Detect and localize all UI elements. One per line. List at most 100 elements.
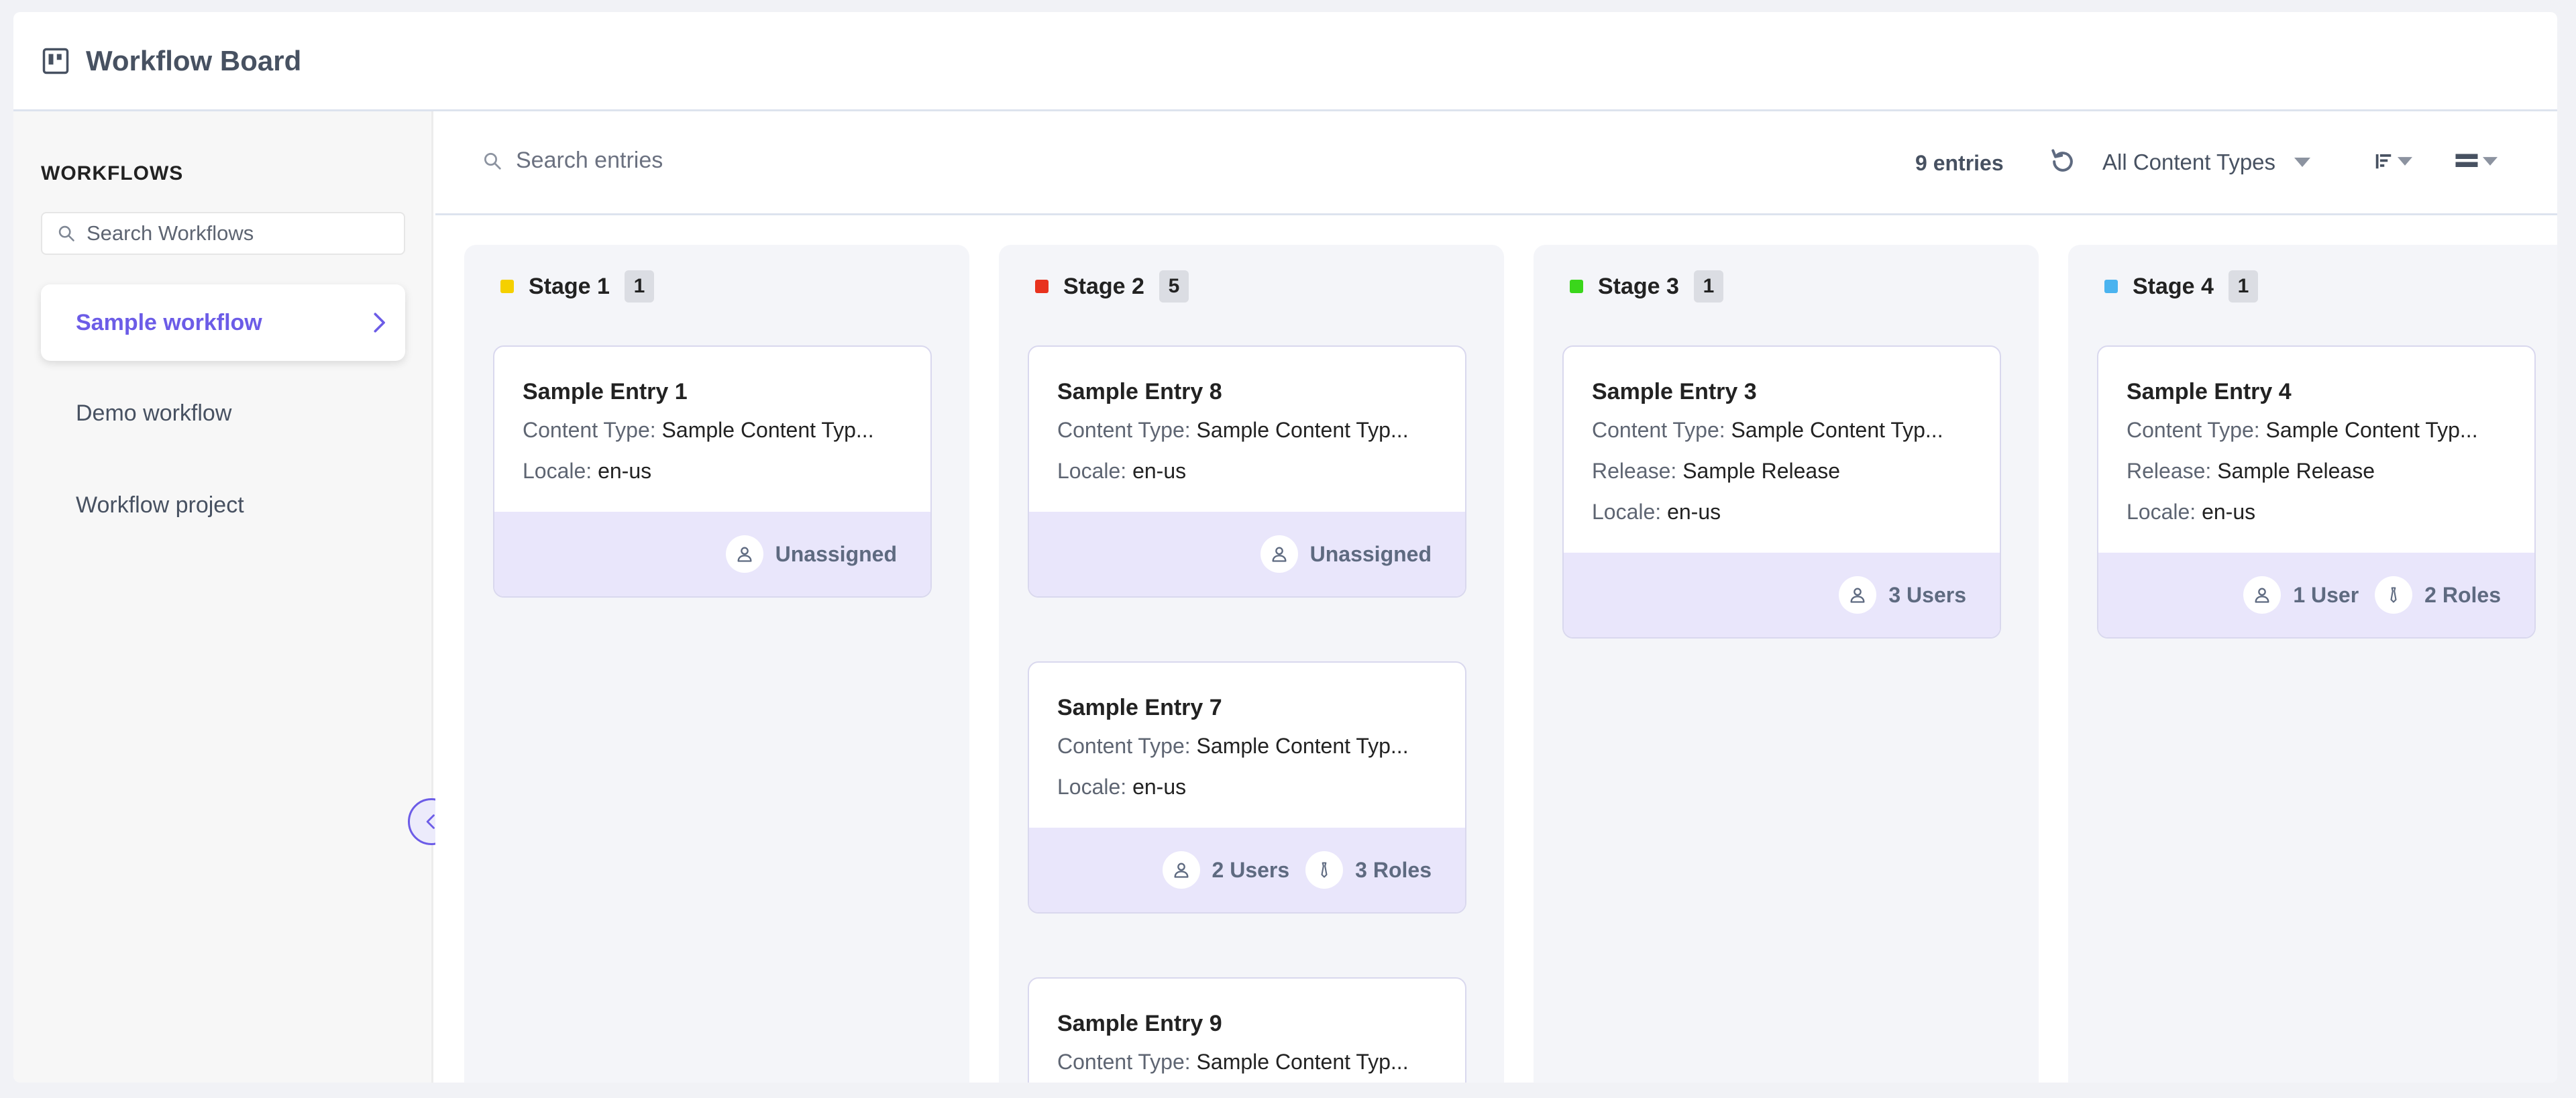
stage-name: Stage 3 bbox=[1598, 273, 1679, 299]
entry-card[interactable]: Sample Entry 9 Content Type: Sample Cont… bbox=[1028, 977, 1466, 1083]
entry-field: Locale: en-us bbox=[1592, 500, 1721, 524]
workflow-search-box[interactable] bbox=[41, 212, 405, 255]
assignee-badge[interactable]: Unassigned bbox=[725, 535, 897, 573]
app-window: Workflow Board WORKFLOWS Sample workflow… bbox=[13, 12, 2557, 1083]
stage-header: Stage 2 5 bbox=[1035, 270, 1189, 303]
page-title: Workflow Board bbox=[86, 44, 302, 76]
entry-card[interactable]: Sample Entry 4 Content Type: Sample Cont… bbox=[2097, 345, 2536, 639]
workflow-board: Stage 1 1 Sample Entry 1 Content Type: S… bbox=[435, 215, 2557, 1083]
stage-color-dot bbox=[500, 280, 514, 293]
entry-title: Sample Entry 7 bbox=[1057, 695, 1222, 720]
entry-field: Locale: en-us bbox=[1057, 775, 1187, 799]
workflow-search-input[interactable] bbox=[87, 221, 395, 245]
user-icon bbox=[725, 535, 763, 573]
user-icon bbox=[1260, 535, 1298, 573]
stage-name: Stage 4 bbox=[2133, 273, 2214, 299]
role-badge[interactable]: 2 Roles bbox=[2375, 576, 2501, 614]
assignee-label: Unassigned bbox=[1309, 541, 1432, 566]
stage-column: Stage 2 5 Sample Entry 8 Content Type: S… bbox=[999, 245, 1504, 1083]
sidebar: WORKFLOWS Sample workflow Demo workflow … bbox=[13, 111, 433, 1083]
entry-search-box[interactable] bbox=[482, 148, 1053, 174]
entry-field: Content Type: Sample Content Typ... bbox=[2127, 418, 2478, 442]
stage-column: Stage 1 1 Sample Entry 1 Content Type: S… bbox=[464, 245, 969, 1083]
user-icon bbox=[1162, 851, 1200, 889]
search-icon bbox=[484, 152, 501, 170]
stage-count-badge: 1 bbox=[1693, 270, 1723, 303]
role-label: 3 Roles bbox=[1355, 857, 1432, 882]
sidebar-item-workflow-project[interactable]: Workflow project bbox=[41, 467, 405, 543]
stage-name: Stage 1 bbox=[529, 273, 610, 299]
stage-column: Stage 3 1 Sample Entry 3 Content Type: S… bbox=[1534, 245, 2039, 1083]
sidebar-heading: WORKFLOWS bbox=[41, 162, 184, 184]
assignee-badge[interactable]: Unassigned bbox=[1260, 535, 1432, 573]
assignee-label: 3 Users bbox=[1888, 582, 1966, 607]
entry-field: Locale: en-us bbox=[1057, 459, 1187, 483]
stage-count-badge: 5 bbox=[1159, 270, 1189, 303]
assignee-label: 2 Users bbox=[1212, 857, 1290, 882]
stage-name: Stage 2 bbox=[1063, 273, 1144, 299]
entries-count: 9 entries bbox=[1915, 151, 2004, 175]
sort-icon bbox=[2375, 154, 2392, 169]
layout-toggle-button[interactable] bbox=[2455, 151, 2498, 171]
entry-field: Content Type: Sample Content Typ... bbox=[1592, 418, 1943, 442]
entry-title: Sample Entry 4 bbox=[2127, 379, 2292, 404]
entry-field: Content Type: Sample Content Typ... bbox=[523, 418, 874, 442]
entry-field: Release: Sample Release bbox=[1592, 459, 1840, 483]
caret-down-icon bbox=[2398, 156, 2412, 166]
search-icon bbox=[58, 225, 74, 241]
list-view-icon bbox=[2455, 154, 2478, 167]
sidebar-item-label: Demo workflow bbox=[76, 400, 232, 426]
board-icon bbox=[42, 48, 69, 74]
stage-color-dot bbox=[1035, 280, 1049, 293]
entry-title: Sample Entry 8 bbox=[1057, 379, 1222, 404]
entry-card[interactable]: Sample Entry 1 Content Type: Sample Cont… bbox=[493, 345, 932, 598]
entry-field: Content Type: Sample Content Typ... bbox=[1057, 1050, 1409, 1074]
user-icon bbox=[1839, 576, 1877, 614]
assignee-badge[interactable]: 3 Users bbox=[1839, 576, 1966, 614]
sidebar-item-label: Sample workflow bbox=[76, 309, 262, 335]
caret-down-icon bbox=[2294, 158, 2311, 167]
content-type-dropdown[interactable]: All Content Types bbox=[2102, 150, 2311, 175]
role-badge[interactable]: 3 Roles bbox=[1305, 851, 1432, 889]
sidebar-item-label: Workflow project bbox=[76, 492, 244, 518]
entry-title: Sample Entry 1 bbox=[523, 379, 688, 404]
stage-color-dot bbox=[1570, 280, 1583, 293]
stage-header: Stage 3 1 bbox=[1570, 270, 1723, 303]
stage-color-dot bbox=[2104, 280, 2118, 293]
sidebar-item-demo-workflow[interactable]: Demo workflow bbox=[41, 375, 405, 451]
caret-down-icon bbox=[2483, 156, 2498, 166]
entry-field: Locale: en-us bbox=[523, 459, 652, 483]
entry-card[interactable]: Sample Entry 3 Content Type: Sample Cont… bbox=[1562, 345, 2001, 639]
sidebar-item-sample-workflow[interactable]: Sample workflow bbox=[41, 284, 405, 361]
board-toolbar: 9 entries All Content Types bbox=[435, 113, 2557, 215]
refresh-icon[interactable] bbox=[2048, 147, 2078, 176]
assignee-badge[interactable]: 2 Users bbox=[1162, 851, 1290, 889]
assignee-label: Unassigned bbox=[775, 541, 897, 566]
assignee-badge[interactable]: 1 User bbox=[2243, 576, 2359, 614]
stage-count-badge: 1 bbox=[2228, 270, 2258, 303]
sort-button[interactable] bbox=[2373, 151, 2412, 171]
assignee-label: 1 User bbox=[2293, 582, 2359, 607]
entry-field: Content Type: Sample Content Typ... bbox=[1057, 418, 1409, 442]
tie-icon bbox=[1305, 851, 1344, 889]
user-icon bbox=[2243, 576, 2282, 614]
entry-assignees: 3 Users bbox=[1564, 553, 2000, 637]
entry-title: Sample Entry 9 bbox=[1057, 1011, 1222, 1036]
entry-field: Content Type: Sample Content Typ... bbox=[1057, 734, 1409, 758]
role-label: 2 Roles bbox=[2424, 582, 2501, 607]
tie-icon bbox=[2375, 576, 2413, 614]
content-type-dropdown-value: All Content Types bbox=[2102, 150, 2276, 174]
entry-title: Sample Entry 3 bbox=[1592, 379, 1757, 404]
entry-field: Release: Sample Release bbox=[2127, 459, 2375, 483]
entry-card[interactable]: Sample Entry 8 Content Type: Sample Cont… bbox=[1028, 345, 1466, 598]
entry-search-input[interactable] bbox=[516, 148, 1053, 174]
stage-header: Stage 1 1 bbox=[500, 270, 654, 303]
app-header: Workflow Board bbox=[13, 12, 2557, 111]
entry-assignees: Unassigned bbox=[1029, 512, 1465, 596]
entry-field: Locale: en-us bbox=[2127, 500, 2256, 524]
entry-assignees: Unassigned bbox=[494, 512, 930, 596]
entry-assignees: 1 User 2 Roles bbox=[2098, 553, 2534, 637]
entry-card[interactable]: Sample Entry 7 Content Type: Sample Cont… bbox=[1028, 661, 1466, 914]
entry-assignees: 2 Users 3 Roles bbox=[1029, 828, 1465, 912]
stage-header: Stage 4 1 bbox=[2104, 270, 2258, 303]
